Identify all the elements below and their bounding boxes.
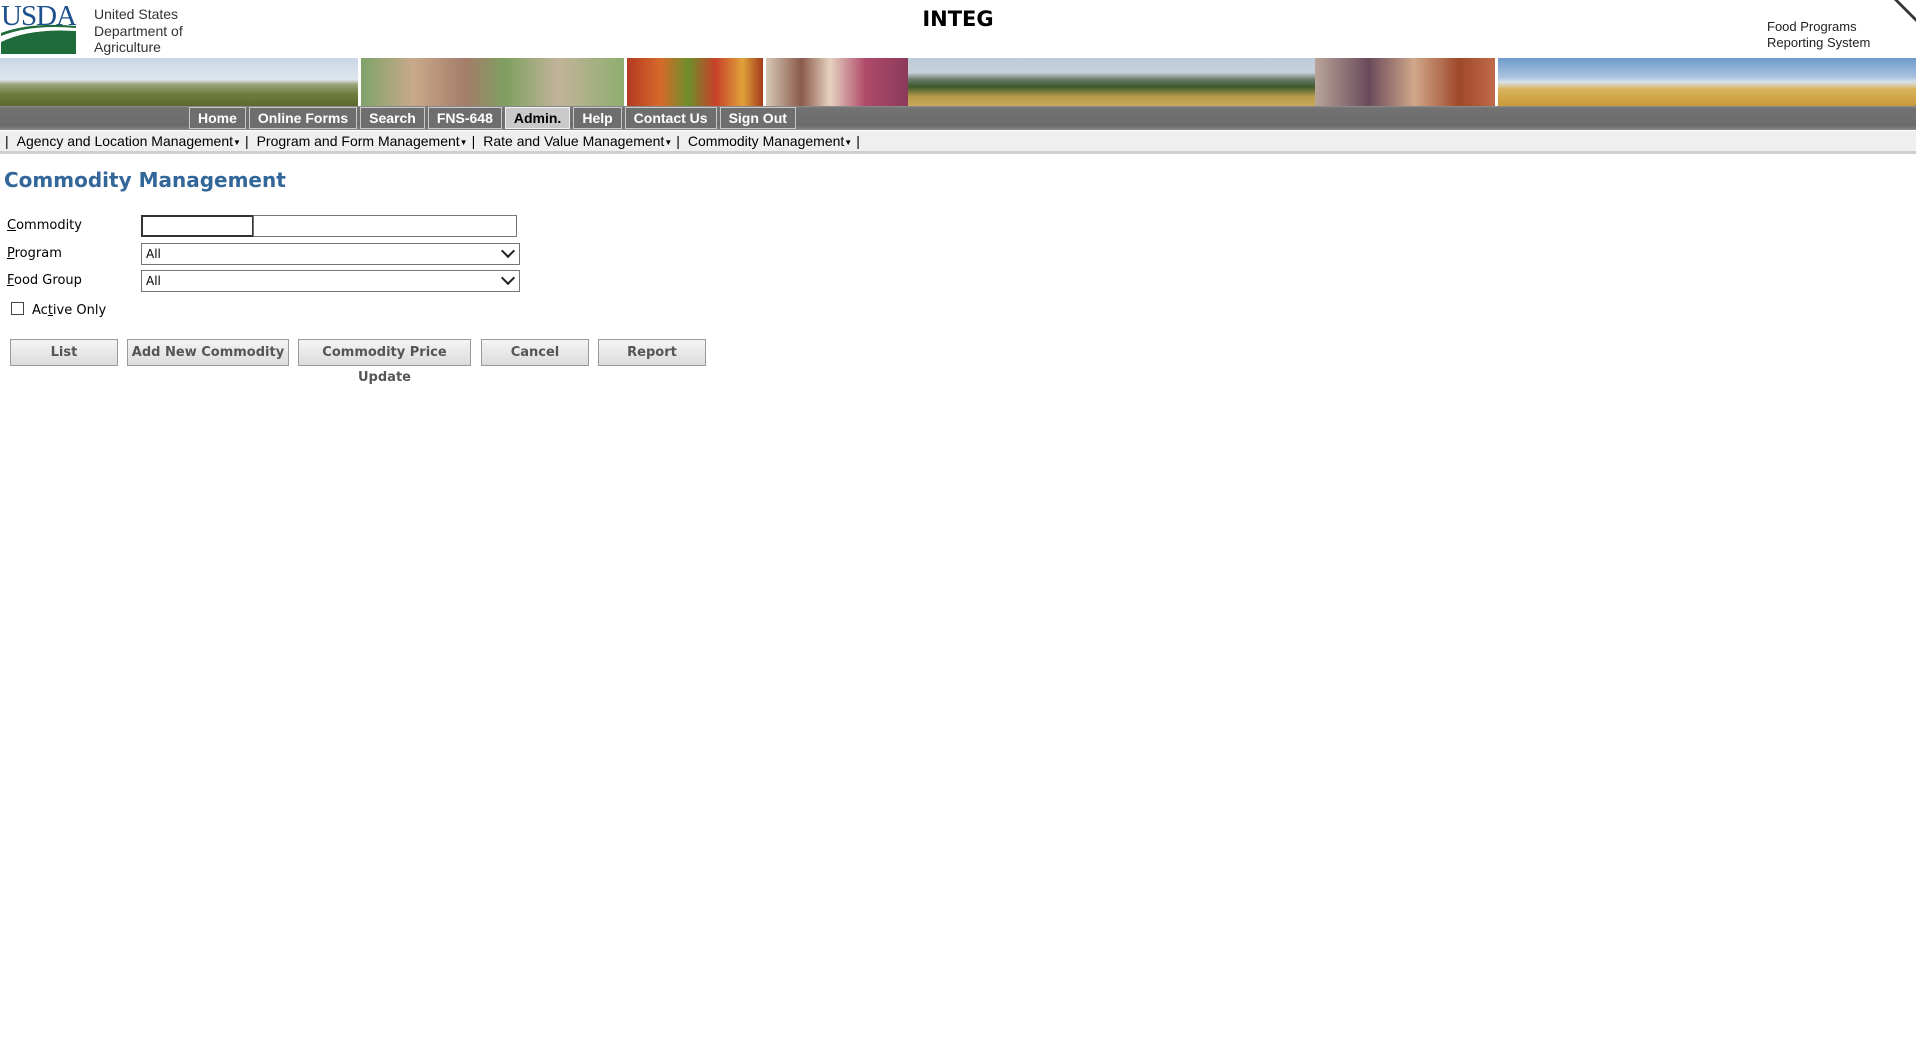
banner-field-image — [908, 58, 1315, 106]
menu-separator: | — [676, 133, 680, 149]
menu-separator: | — [856, 133, 860, 149]
header: USDA United States Department of Agricul… — [0, 0, 1916, 58]
commodity-label: Commodity — [7, 218, 82, 233]
access-key-letter: C — [7, 218, 17, 233]
agency-name: United States Department of Agriculture — [94, 6, 183, 56]
menu-program-form-management[interactable]: Program and Form Management▼ — [253, 133, 470, 149]
label-text: Ac — [32, 303, 48, 318]
program-label: Program — [7, 246, 62, 261]
program-select[interactable]: All — [141, 243, 520, 265]
food-group-label: Food Group — [7, 273, 82, 288]
banner-vegetables-image — [627, 58, 763, 106]
dropdown-caret-icon: ▼ — [844, 138, 853, 147]
banner-wheat-image — [1498, 58, 1916, 106]
list-button[interactable]: List — [10, 339, 118, 366]
nav-sign-out[interactable]: Sign Out — [719, 107, 796, 129]
access-key-letter: P — [7, 246, 15, 261]
add-new-commodity-button[interactable]: Add New Commodity — [127, 339, 289, 366]
menu-rate-value-management[interactable]: Rate and Value Management▼ — [479, 133, 674, 149]
food-group-selected-value: All — [146, 274, 161, 288]
system-line-1: Food Programs — [1767, 19, 1857, 34]
menu-separator: | — [5, 133, 9, 149]
commodity-name-input[interactable] — [253, 215, 517, 237]
dropdown-caret-icon: ▼ — [459, 138, 468, 147]
menu-commodity-management[interactable]: Commodity Management▼ — [684, 133, 854, 149]
nav-fns-648[interactable]: FNS-648 — [427, 107, 502, 129]
system-line-2: Reporting System — [1767, 35, 1871, 50]
label-text: ommodity — [16, 218, 82, 233]
menu-label: Rate and Value Management — [483, 133, 665, 149]
program-selected-value: All — [146, 247, 161, 261]
main-nav-tabs: Home Online Forms Search FNS-648 Admin. … — [189, 106, 799, 130]
agency-line-3: Agriculture — [94, 39, 161, 55]
system-name: Food Programs Reporting System — [1767, 19, 1870, 51]
menu-label: Agency and Location Management — [16, 133, 234, 149]
access-key-letter: F — [7, 273, 15, 288]
nav-help[interactable]: Help — [573, 107, 622, 129]
admin-sub-navigation: | Agency and Location Management▼ | Prog… — [0, 131, 1916, 154]
corner-decoration-inner — [1898, 0, 1916, 18]
chevron-down-icon — [500, 243, 516, 259]
chevron-down-icon — [500, 270, 516, 286]
banner-girl-image — [1315, 58, 1495, 106]
report-button[interactable]: Report — [598, 339, 706, 366]
commodity-code-input[interactable] — [141, 215, 254, 237]
commodity-price-update-button[interactable]: Commodity Price Update — [298, 339, 471, 385]
agency-line-2: Department of — [94, 22, 183, 39]
label-text: ive Only — [52, 303, 107, 318]
page-title: Commodity Management — [4, 168, 286, 192]
dropdown-caret-icon: ▼ — [664, 138, 673, 147]
menu-label: Commodity Management — [687, 133, 845, 149]
cancel-button[interactable]: Cancel — [481, 339, 589, 366]
active-only-checkbox[interactable] — [11, 302, 24, 315]
banner-kids-image — [766, 58, 908, 106]
banner-farm-image — [0, 58, 358, 106]
label-text: ood Group — [14, 273, 82, 288]
dropdown-caret-icon: ▼ — [233, 138, 241, 147]
nav-online-forms[interactable]: Online Forms — [248, 107, 358, 129]
usda-logo: USDA — [1, 0, 76, 54]
label-text: rogram — [14, 246, 62, 261]
agency-line-1: United States — [94, 6, 179, 22]
main-navigation: Home Online Forms Search FNS-648 Admin. … — [0, 106, 1916, 130]
active-only-label: Active Only — [32, 303, 106, 318]
nav-home[interactable]: Home — [189, 107, 246, 129]
photo-banner — [0, 58, 1916, 106]
menu-label: Program and Form Management — [256, 133, 460, 149]
banner-family-image — [361, 58, 624, 106]
menu-separator: | — [244, 133, 249, 149]
nav-contact-us[interactable]: Contact Us — [624, 107, 717, 129]
menu-separator: | — [471, 133, 476, 149]
environment-title: INTEG — [922, 7, 994, 31]
nav-search[interactable]: Search — [360, 107, 425, 129]
food-group-select[interactable]: All — [141, 270, 520, 292]
nav-admin[interactable]: Admin. — [504, 107, 571, 129]
menu-agency-location-management[interactable]: Agency and Location Management▼ — [13, 133, 243, 149]
